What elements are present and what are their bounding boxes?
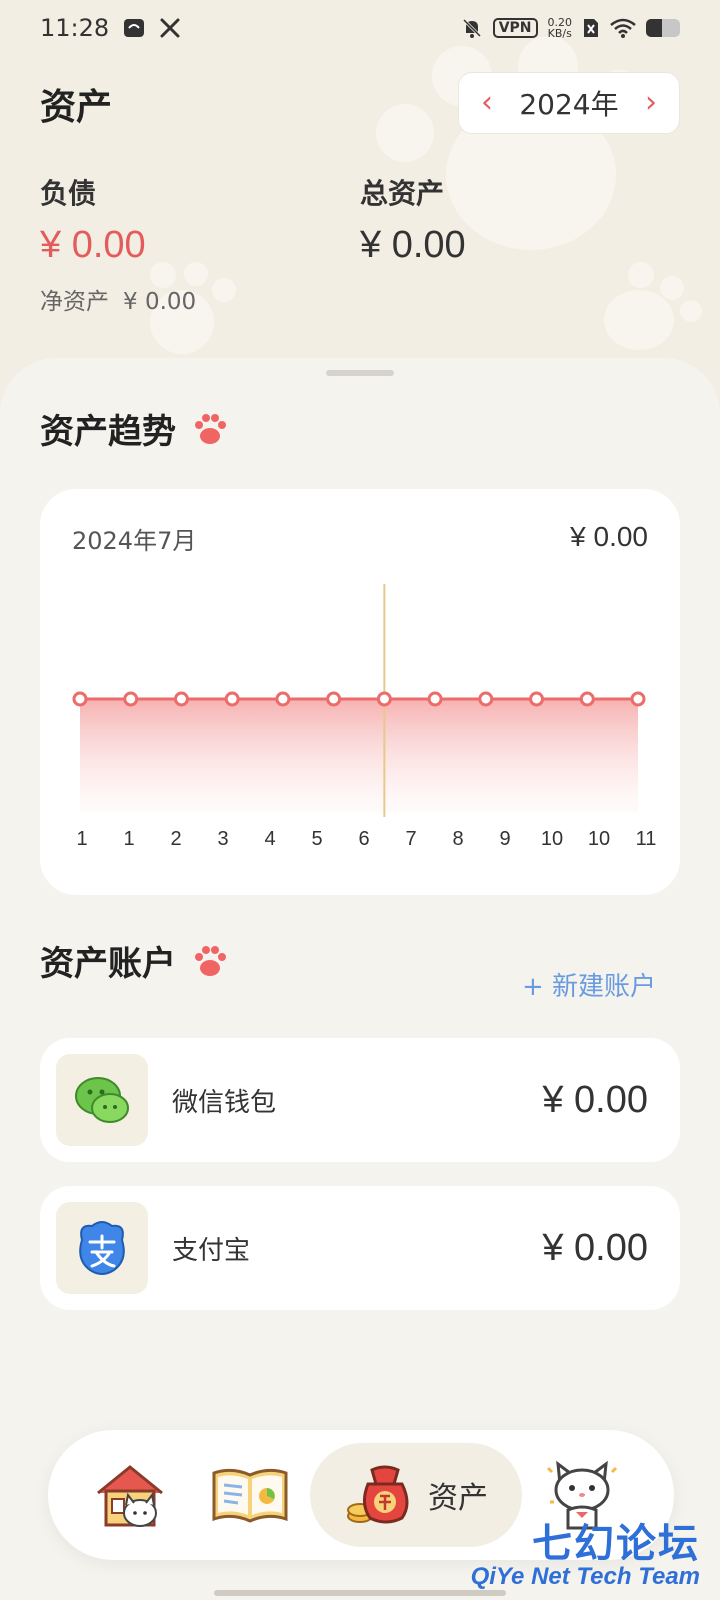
total-assets-stat: 总资产 ¥ 0.00 — [360, 172, 466, 267]
chart-point — [579, 691, 595, 707]
paw-icon — [195, 945, 226, 976]
chart-x-tick-label: 4 — [264, 828, 275, 850]
wifi-icon — [610, 18, 636, 38]
watermark-cn: 七幻论坛 — [532, 1521, 700, 1567]
chart-x-tick-label: 3 — [217, 828, 228, 850]
chart-x-tick-label: 1 — [76, 828, 87, 850]
chart-x-tick-label: 9 — [499, 828, 510, 850]
account-amount: ¥ 0.00 — [542, 1078, 648, 1121]
net-assets-label: 净资产 — [40, 289, 109, 315]
add-account-button[interactable]: + 新建账户 — [522, 966, 656, 1003]
chevron-right-icon[interactable]: › — [645, 88, 657, 118]
chart-point — [224, 691, 240, 707]
account-item-alipay[interactable]: 支付宝 ¥ 0.00 — [40, 1186, 680, 1310]
chart-point — [529, 691, 545, 707]
chart-point — [123, 691, 139, 707]
tab-ledger[interactable] — [190, 1443, 310, 1547]
year-picker[interactable]: ‹ 2024年 › — [458, 72, 680, 134]
network-speed: 0.20 KB/s — [547, 16, 573, 40]
accounts-section-title: 资产账户 — [40, 936, 230, 985]
net-assets: 净资产 ¥ 0.00 — [40, 282, 210, 316]
content-sheet: 资产趋势 2024年7月 ¥ 0.00 1 1 2 3 4 5 6 7 8 9 10 10 11 资产账… — [0, 358, 720, 1600]
chart-x-tick-label: 2 — [170, 828, 181, 850]
chart-x-tick-label: 10 — [588, 828, 610, 850]
watermark: 七幻论坛 QiYe Net Tech Team — [471, 1524, 700, 1590]
home-indicator[interactable] — [214, 1590, 506, 1596]
tools-icon — [159, 17, 181, 39]
liabilities-stat: 负债 ¥ 0.00 — [40, 172, 146, 267]
chart-point — [478, 691, 494, 707]
total-assets-label: 总资产 — [360, 177, 445, 210]
chart-point — [275, 691, 291, 707]
sheet-drag-handle[interactable] — [326, 370, 394, 376]
chart-area — [80, 699, 638, 813]
account-name: 微信钱包 — [172, 1087, 277, 1118]
chart-point — [173, 691, 189, 707]
trend-chart[interactable]: 1 1 2 3 4 5 6 7 8 9 10 10 11 — [40, 489, 680, 895]
clock: 11:28 — [40, 14, 110, 42]
account-item-wechat[interactable]: 微信钱包 ¥ 0.00 — [40, 1038, 680, 1162]
page-title: 资产 — [40, 87, 113, 128]
account-name: 支付宝 — [172, 1235, 251, 1266]
battery-icon — [646, 19, 680, 37]
money-bag-icon — [347, 1465, 409, 1524]
chart-point — [376, 691, 392, 707]
house-cat-icon — [97, 1465, 163, 1527]
chart-x-tick-label: 11 — [636, 828, 657, 850]
chart-point — [630, 691, 646, 707]
trend-chart-card: 2024年7月 ¥ 0.00 1 1 2 3 4 5 6 7 8 9 10 10 11 — [40, 489, 680, 895]
trend-section-title: 资产趋势 — [40, 404, 230, 453]
alipay-icon — [56, 1202, 148, 1294]
paw-icon — [195, 413, 226, 444]
liabilities-value: ¥ 0.00 — [40, 224, 146, 266]
chart-point — [326, 691, 342, 707]
chart-point — [72, 691, 88, 707]
vpn-indicator: VPN — [492, 18, 538, 38]
chart-x-tick-label: 1 — [123, 828, 134, 850]
status-bar: 11:28 VPN 0.20 KB/s — [0, 0, 720, 56]
chart-point — [427, 691, 443, 707]
liabilities-label: 负债 — [40, 177, 97, 210]
tab-assets-label: 资产 — [428, 1481, 488, 1516]
chart-x-tick-label: 7 — [405, 828, 416, 850]
year-label: 2024年 — [519, 88, 619, 121]
open-book-icon — [212, 1468, 288, 1523]
total-assets-value: ¥ 0.00 — [360, 224, 466, 266]
chevron-left-icon[interactable]: ‹ — [481, 88, 493, 118]
wechat-icon — [56, 1054, 148, 1146]
chart-x-tick-label: 5 — [311, 828, 322, 850]
watermark-en: QiYe Net Tech Team — [470, 1563, 700, 1590]
chart-x-tick-label: 6 — [358, 828, 369, 850]
notification-app-icon — [123, 18, 145, 38]
net-assets-value: ¥ 0.00 — [123, 289, 197, 315]
sim-off-icon — [582, 17, 600, 39]
account-amount: ¥ 0.00 — [542, 1226, 648, 1269]
chart-x-tick-label: 8 — [452, 828, 463, 850]
tab-home[interactable] — [70, 1443, 190, 1547]
chart-x-tick-label: 10 — [541, 828, 563, 850]
mute-bell-icon — [461, 17, 483, 39]
